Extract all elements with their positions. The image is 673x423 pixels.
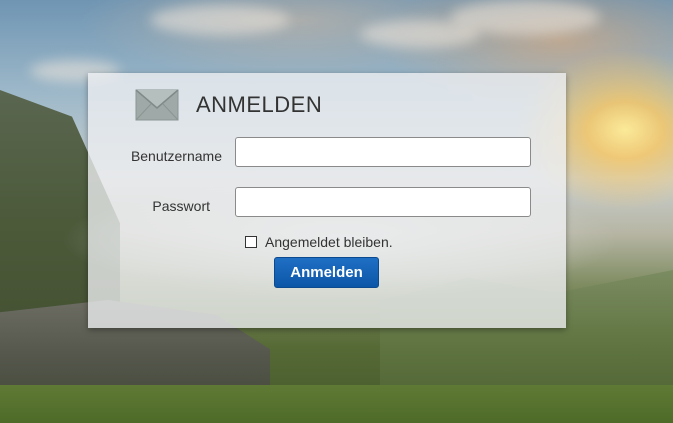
password-label: Passwort	[152, 198, 210, 214]
remember-me-row[interactable]: Angemeldet bleiben.	[245, 234, 393, 250]
remember-me-checkbox[interactable]	[245, 236, 257, 248]
page-title: ANMELDEN	[196, 92, 323, 117]
login-header: ANMELDEN	[135, 87, 322, 123]
login-panel: ANMELDEN Benutzername Passwort Angemelde…	[88, 73, 566, 328]
login-button[interactable]: Anmelden	[274, 257, 379, 288]
username-label: Benutzername	[130, 148, 222, 164]
username-input[interactable]	[235, 137, 531, 167]
password-input[interactable]	[235, 187, 531, 217]
remember-me-label[interactable]: Angemeldet bleiben.	[265, 234, 393, 250]
mail-icon	[135, 88, 179, 122]
